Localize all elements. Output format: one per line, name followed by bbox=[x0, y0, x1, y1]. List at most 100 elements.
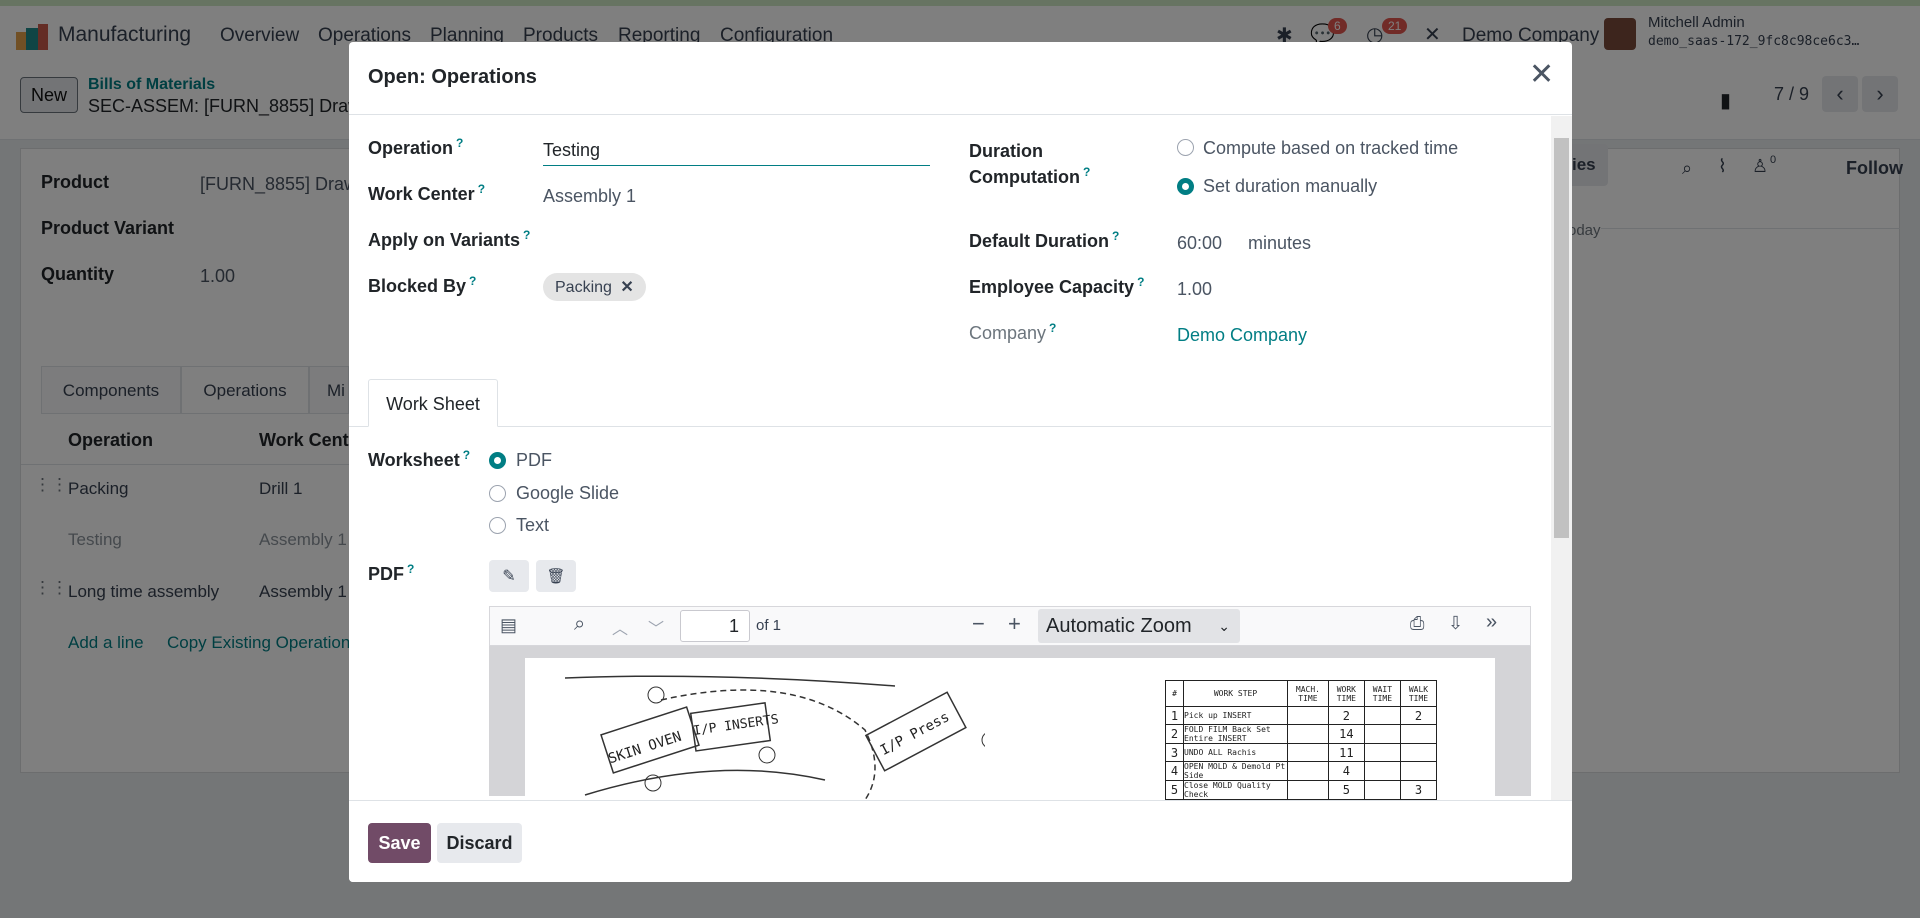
radio-text[interactable] bbox=[489, 517, 506, 534]
save-button[interactable]: Save bbox=[368, 823, 431, 863]
scrollbar-thumb[interactable] bbox=[1554, 138, 1569, 538]
radio-tracked-time[interactable] bbox=[1177, 139, 1194, 156]
variants-label-text: Apply on Variants bbox=[368, 230, 521, 250]
zoom-select-value: Automatic Zoom bbox=[1046, 615, 1192, 637]
table-cell: 5 bbox=[1327, 780, 1365, 800]
worksheet-label-text: Worksheet bbox=[368, 450, 460, 470]
tab-divider bbox=[349, 426, 1551, 427]
table-cell bbox=[1363, 706, 1401, 725]
help-icon[interactable]: ? bbox=[523, 228, 530, 242]
zoom-out-icon[interactable]: − bbox=[972, 611, 985, 637]
table-cell: 2 bbox=[1165, 724, 1184, 744]
variants-label: Apply on Variants? bbox=[368, 228, 530, 251]
dialog-title: Open: Operations bbox=[368, 66, 537, 88]
table-cell bbox=[1399, 743, 1438, 762]
operation-label-text: Operation bbox=[368, 138, 454, 158]
edit-pdf-button[interactable]: ✎ bbox=[489, 560, 529, 592]
delete-pdf-button[interactable]: 🗑 bbox=[536, 560, 576, 592]
more-tools-icon[interactable]: » bbox=[1486, 611, 1497, 634]
operation-input[interactable]: Testing bbox=[543, 136, 930, 166]
table-cell: Pick up INSERT bbox=[1183, 706, 1288, 725]
next-page-icon[interactable]: ﹀ bbox=[648, 615, 664, 639]
pdf-viewport[interactable]: SKIN OVEN I/P INSERTS I/P Press # WORK S… bbox=[489, 646, 1531, 808]
help-icon[interactable]: ? bbox=[469, 274, 476, 288]
discard-button[interactable]: Discard bbox=[437, 823, 522, 863]
zoom-in-icon[interactable]: + bbox=[1008, 611, 1021, 637]
table-cell: 2 bbox=[1327, 706, 1365, 725]
help-icon[interactable]: ? bbox=[407, 562, 414, 576]
variants-input[interactable] bbox=[543, 226, 930, 256]
operation-input-text[interactable]: Testing bbox=[543, 140, 600, 161]
blocked-by-label: Blocked By? bbox=[368, 274, 476, 297]
page-number-input[interactable]: 1 bbox=[680, 610, 750, 642]
sidebar-toggle-icon[interactable]: ▤ bbox=[500, 615, 517, 636]
table-header-cell: WORK STEP bbox=[1183, 680, 1288, 707]
table-cell: 1 bbox=[1165, 706, 1184, 725]
default-duration-label-text: Default Duration bbox=[969, 231, 1110, 251]
help-icon[interactable]: ? bbox=[463, 448, 470, 462]
table-cell bbox=[1399, 761, 1438, 781]
tab-work-sheet[interactable]: Work Sheet bbox=[368, 379, 498, 427]
table-cell bbox=[1287, 743, 1329, 762]
table-cell bbox=[1363, 724, 1401, 744]
help-icon[interactable]: ? bbox=[456, 136, 463, 150]
radio-pdf[interactable] bbox=[489, 452, 506, 469]
table-cell bbox=[1363, 780, 1401, 800]
company-label-text: Company bbox=[969, 323, 1047, 343]
default-duration-label: Default Duration? bbox=[969, 229, 1119, 252]
worksheet-label: Worksheet? bbox=[368, 448, 470, 471]
table-cell: 5 bbox=[1165, 780, 1184, 800]
option-google-slide[interactable]: Google Slide bbox=[516, 483, 619, 504]
work-center-field[interactable]: Assembly 1 bbox=[543, 186, 636, 207]
table-cell bbox=[1287, 724, 1329, 744]
table-cell: 3 bbox=[1399, 780, 1438, 800]
blocked-by-tag: Packing ✕ bbox=[543, 273, 646, 301]
help-icon[interactable]: ? bbox=[478, 182, 485, 196]
capacity-input[interactable]: 1.00 bbox=[1177, 279, 1212, 300]
table-cell bbox=[1363, 761, 1401, 781]
table-cell: FOLD FILM Back Set Entire INSERT bbox=[1183, 724, 1288, 744]
work-center-label: Work Center? bbox=[368, 182, 485, 205]
remove-tag-icon[interactable]: ✕ bbox=[620, 279, 633, 296]
dialog-footer bbox=[349, 800, 1572, 882]
pdf-label: PDF? bbox=[368, 562, 414, 585]
table-header-cell: WAIT TIME bbox=[1363, 680, 1401, 707]
option-pdf[interactable]: PDF bbox=[516, 450, 552, 471]
radio-manual-duration[interactable] bbox=[1177, 178, 1194, 195]
table-cell bbox=[1363, 743, 1401, 762]
print-icon[interactable]: ⎙ bbox=[1410, 613, 1424, 634]
pdf-toolbar: ▤ ⌕ ︿ ﹀ 1 of 1 − + Automatic Zoom ⌄ ⎙ ⇩ » bbox=[489, 606, 1531, 646]
zoom-select[interactable]: Automatic Zoom ⌄ bbox=[1038, 609, 1240, 643]
table-cell: 3 bbox=[1165, 743, 1184, 762]
table-cell: 11 bbox=[1327, 743, 1365, 762]
help-icon[interactable]: ? bbox=[1137, 275, 1144, 289]
table-cell bbox=[1399, 724, 1438, 744]
operation-label: Operation? bbox=[368, 136, 463, 159]
help-icon[interactable]: ? bbox=[1049, 321, 1056, 335]
close-icon[interactable]: ✕ bbox=[1529, 60, 1554, 90]
company-link[interactable]: Demo Company bbox=[1177, 325, 1307, 346]
default-duration-input[interactable]: 60:00 bbox=[1177, 233, 1222, 254]
blocked-by-label-text: Blocked By bbox=[368, 276, 467, 296]
table-cell: Close MOLD Quality Check bbox=[1183, 780, 1288, 800]
prev-page-icon[interactable]: ︿ bbox=[612, 615, 628, 639]
table-cell bbox=[1287, 780, 1329, 800]
table-cell bbox=[1287, 761, 1329, 781]
radio-google-slide[interactable] bbox=[489, 485, 506, 502]
download-icon[interactable]: ⇩ bbox=[1448, 613, 1463, 634]
table-header-cell: WORK TIME bbox=[1327, 680, 1365, 707]
option-tracked-time[interactable]: Compute based on tracked time bbox=[1203, 138, 1458, 159]
option-manual-duration[interactable]: Set duration manually bbox=[1203, 176, 1377, 197]
page-count: of 1 bbox=[756, 617, 782, 634]
dialog-scrollbar[interactable] bbox=[1551, 116, 1572, 800]
help-icon[interactable]: ? bbox=[1112, 229, 1119, 243]
company-label: Company? bbox=[969, 321, 1056, 344]
trash-icon: 🗑 bbox=[546, 568, 566, 585]
work-center-label-text: Work Center bbox=[368, 184, 475, 204]
duration-computation-label: Duration Computation? bbox=[969, 138, 1090, 192]
search-icon[interactable]: ⌕ bbox=[574, 613, 585, 636]
option-text[interactable]: Text bbox=[516, 515, 549, 536]
operation-dialog: Open: Operations ✕ Operation? Testing Wo… bbox=[349, 42, 1572, 882]
help-icon[interactable]: ? bbox=[1083, 165, 1090, 179]
table-cell: UNDO ALL Rachis bbox=[1183, 743, 1288, 762]
